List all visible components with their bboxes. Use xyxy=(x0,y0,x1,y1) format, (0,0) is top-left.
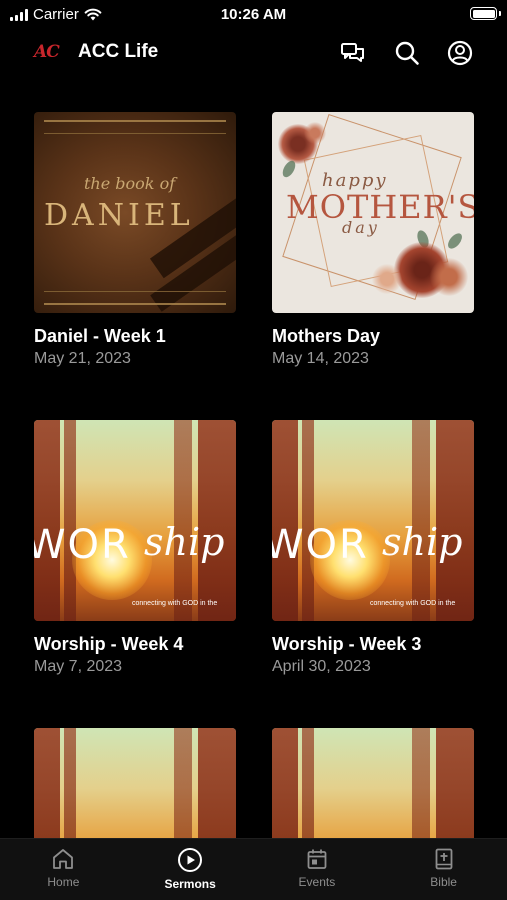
sermon-date: May 7, 2023 xyxy=(34,658,123,675)
tab-label: Events xyxy=(298,875,336,889)
leaf-decoration xyxy=(445,230,465,252)
artwork-title: MOTHER'S xyxy=(286,188,474,226)
artwork-day: day xyxy=(342,218,380,237)
sermon-title: Worship - Week 4 xyxy=(34,634,184,654)
tab-events[interactable]: Events xyxy=(254,839,381,900)
sermon-artwork: the book of DANIEL xyxy=(34,112,236,313)
play-circle-icon xyxy=(178,848,203,872)
profile-button[interactable] xyxy=(445,38,475,68)
calendar-icon xyxy=(307,849,327,869)
app-title: ACC Life xyxy=(78,41,159,62)
sermon-artwork: happy MOTHER'S day xyxy=(272,112,474,313)
tree-decoration xyxy=(34,420,60,621)
status-bar: Carrier 10:26 AM xyxy=(0,0,507,30)
sermon-title: Mothers Day xyxy=(272,326,381,346)
artwork-subtitle: the book of xyxy=(84,174,176,193)
sermon-date: April 30, 2023 xyxy=(272,658,371,675)
tree-decoration xyxy=(64,420,76,621)
sermon-title: Daniel - Week 1 xyxy=(34,326,166,346)
battery-icon xyxy=(470,7,497,20)
artwork-tagline: connecting with GOD in the xyxy=(370,600,456,607)
sermon-artwork: WOR ship connecting with GOD in the xyxy=(34,420,236,621)
sermon-card[interactable]: WOR ship connecting with GOD in the Wors… xyxy=(272,420,474,677)
chat-button[interactable] xyxy=(338,38,368,68)
tab-label: Bible xyxy=(430,875,457,889)
tree-decoration xyxy=(272,420,298,621)
tab-bible[interactable]: Bible xyxy=(380,839,507,900)
ornament-frame xyxy=(44,291,226,305)
sermon-card[interactable]: happy MOTHER'S day Mothers Day May 14, 2… xyxy=(272,112,474,369)
sermon-artwork: WOR ship connecting with GOD in the xyxy=(272,420,474,621)
tab-home[interactable]: Home xyxy=(0,839,127,900)
home-icon xyxy=(53,849,74,869)
flower-decoration xyxy=(372,264,402,294)
artwork-title-script: ship xyxy=(382,520,463,564)
artwork-title: WOR xyxy=(34,522,131,568)
app-logo: AC xyxy=(34,42,60,62)
sermon-title: Worship - Week 3 xyxy=(272,634,422,654)
tab-sermons[interactable]: Sermons xyxy=(127,839,254,900)
tab-label: Sermons xyxy=(164,877,216,891)
flower-decoration xyxy=(304,122,326,144)
ornament-frame xyxy=(44,120,226,134)
artwork-title-script: ship xyxy=(144,520,225,564)
search-icon xyxy=(395,41,419,65)
tree-decoration xyxy=(302,420,314,621)
artwork-tagline: connecting with GOD in the xyxy=(132,600,218,607)
status-time: 10:26 AM xyxy=(220,6,287,23)
flower-decoration xyxy=(430,258,468,296)
sermon-date: May 14, 2023 xyxy=(272,350,369,367)
app-header: AC ACC Life xyxy=(0,34,507,72)
battery-cap xyxy=(499,11,501,16)
sermon-date: May 21, 2023 xyxy=(34,350,131,367)
search-button[interactable] xyxy=(392,38,422,68)
artwork-title: WOR xyxy=(272,522,369,568)
tab-label: Home xyxy=(47,875,80,889)
user-icon xyxy=(447,40,473,66)
chat-icon xyxy=(341,43,364,62)
sermon-card[interactable]: the book of DANIEL Daniel - Week 1 May 2… xyxy=(34,112,236,369)
tab-bar: Home Sermons Events Bible xyxy=(0,838,507,900)
bible-icon xyxy=(435,848,453,870)
sermon-card[interactable]: WOR ship connecting with GOD in the Wors… xyxy=(34,420,236,677)
artwork-title: DANIEL xyxy=(44,198,194,233)
